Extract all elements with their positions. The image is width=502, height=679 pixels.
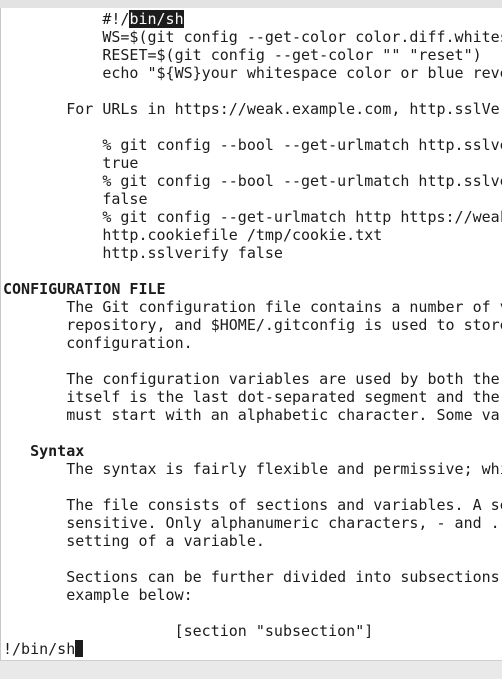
text-line: must start with an alphabetic character.…	[3, 406, 502, 424]
line-text: Sections can be further divided into sub…	[66, 568, 502, 586]
text-line: RESET=$(git config --get-color "" "reset…	[3, 46, 502, 64]
line-text: sensitive. Only alphanumeric characters,…	[66, 514, 500, 532]
line-text: % git config --bool --get-urlmatch http.…	[102, 172, 502, 190]
text-line: #!/bin/sh	[3, 10, 502, 28]
line-text: false	[102, 190, 148, 208]
heading-text: CONFIGURATION FILE	[3, 280, 166, 298]
line-text: The syntax is fairly flexible and permis…	[66, 460, 502, 478]
text-line: Sections can be further divided into sub…	[3, 568, 502, 586]
text-line: http.sslverify false	[3, 244, 502, 262]
text-line: The file consists of sections and variab…	[3, 496, 502, 514]
heading-text: Syntax	[30, 442, 85, 460]
text-line: http.cookiefile /tmp/cookie.txt	[3, 226, 502, 244]
line-text: RESET=$(git config --get-color "" "reset…	[102, 46, 482, 64]
text-line: false	[3, 190, 502, 208]
line-text: The Git configuration file contains a nu…	[66, 298, 502, 316]
line-text: #!/	[102, 10, 130, 28]
line-text: The configuration variables are used by …	[66, 370, 500, 388]
text-line: true	[3, 154, 502, 172]
text-line: % git config --bool --get-urlmatch http.…	[3, 172, 502, 190]
text-line: configuration.	[3, 334, 502, 352]
terminal-window[interactable]: #!/bin/sh WS=$(git config --get-color co…	[0, 8, 502, 660]
line-text: must start with an alphabetic character.…	[66, 406, 502, 424]
text-cursor	[75, 640, 84, 657]
line-text: [section "subsection"]	[174, 622, 374, 640]
line-text: http.cookiefile /tmp/cookie.txt	[102, 226, 383, 244]
text-line: setting of a variable.	[3, 532, 502, 550]
text-line: The configuration variables are used by …	[3, 370, 502, 388]
text-line: WS=$(git config --get-color color.diff.w…	[3, 28, 502, 46]
text-line: echo "${WS}your whitespace color or blue…	[3, 64, 502, 82]
text-line: example below:	[3, 586, 502, 604]
search-highlight: bin/sh	[129, 10, 184, 28]
line-text: http.sslverify false	[102, 244, 283, 262]
text-line: repository, and $HOME/.gitconfig is used…	[3, 316, 502, 334]
search-query-text: !/bin/sh	[3, 640, 76, 658]
text-line: The syntax is fairly flexible and permis…	[3, 460, 502, 478]
line-text: true	[102, 154, 139, 172]
text-line: For URLs in https://weak.example.com, ht…	[3, 100, 502, 118]
subsection-heading: Syntax	[3, 442, 502, 460]
text-line: [section "subsection"]	[3, 622, 502, 640]
line-text: example below:	[66, 586, 193, 604]
line-text: configuration.	[66, 334, 193, 352]
window-bottom-edge	[0, 660, 502, 679]
text-line: itself is the last dot-separated segment…	[3, 388, 502, 406]
text-line: % git config --get-urlmatch http https:/…	[3, 208, 502, 226]
line-text: WS=$(git config --get-color color.diff.w…	[102, 28, 502, 46]
line-text: For URLs in https://weak.example.com, ht…	[66, 100, 502, 118]
line-text: itself is the last dot-separated segment…	[66, 388, 500, 406]
text-line: sensitive. Only alphanumeric characters,…	[3, 514, 502, 532]
line-text: echo "${WS}your whitespace color or blue…	[102, 64, 502, 82]
line-text: % git config --get-urlmatch http https:/…	[102, 208, 502, 226]
pager-prompt[interactable]: !/bin/sh	[3, 640, 502, 658]
text-line: % git config --bool --get-urlmatch http.…	[3, 136, 502, 154]
text-line: The Git configuration file contains a nu…	[3, 298, 502, 316]
man-page-text: #!/bin/sh WS=$(git config --get-color co…	[3, 10, 502, 658]
line-text: % git config --bool --get-urlmatch http.…	[102, 136, 502, 154]
section-heading: CONFIGURATION FILE	[3, 280, 502, 298]
line-text: The file consists of sections and variab…	[66, 496, 502, 514]
line-text: repository, and $HOME/.gitconfig is used…	[66, 316, 502, 334]
line-text: setting of a variable.	[66, 532, 265, 550]
